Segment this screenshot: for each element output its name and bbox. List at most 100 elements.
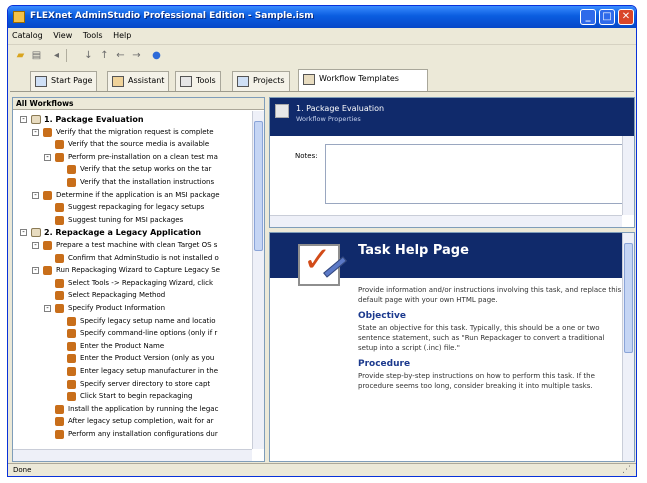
collapse-icon[interactable]: - [32,267,39,275]
toolbar-separator [66,49,68,62]
app-window: FLEXnet AdminStudio Professional Edition… [7,5,637,477]
tab-label: Workflow Templates [319,74,399,83]
collapse-icon[interactable]: - [20,229,27,237]
phase-icon [31,228,41,238]
notes-field[interactable] [325,144,625,204]
menu-catalog[interactable]: Catalog [8,28,47,43]
menu-tools[interactable]: Tools [79,28,107,43]
task-help-pane: Task Help Page ✓ Provide information and… [269,232,635,462]
maximize-button[interactable]: □ [599,9,615,25]
objective-text: State an objective for this task. Typica… [358,324,605,352]
tree-vertical-scrollbar[interactable] [252,111,264,449]
help-title: Task Help Page [358,243,469,258]
tree-node-label: Specify Product Information [68,304,166,312]
tree-node-label: Enter the Product Name [80,341,165,350]
task-icon [67,379,76,389]
tree-node-label: Specify command-line options (only if r [80,329,218,338]
tab-assistant[interactable]: Assistant [107,71,170,91]
tab-projects[interactable]: Projects [232,71,290,91]
tree-node-label: Run Repackaging Wizard to Capture Legacy… [56,266,220,275]
tree-horizontal-scrollbar[interactable] [13,449,252,461]
task-icon [55,140,64,150]
close-button[interactable]: ✕ [618,9,634,25]
properties-subtitle: Workflow Properties [296,115,361,123]
task-icon [67,354,76,364]
workflow-templates-icon [303,74,315,85]
move-up-icon[interactable]: ↑ [98,49,111,62]
task-icon [55,304,64,313]
checklist-icon: ✓ [298,240,347,286]
menu-help[interactable]: Help [109,28,135,43]
scroll-thumb[interactable] [254,121,263,251]
collapse-icon[interactable]: - [20,116,27,123]
workflow-tree: -1. Package Evaluation - Verify that the m… [13,111,252,449]
tree-node-label: Specify server directory to store capt [80,379,211,388]
menu-view[interactable]: View [49,28,76,43]
tree-node-label: Verify that the migration request is com… [56,127,214,136]
tree-node-label: Perform pre-installation on a clean test… [68,152,218,161]
title-bar[interactable]: FLEXnet AdminStudio Professional Edition… [8,6,636,28]
procedure-heading: Procedure [358,359,411,369]
tree-node-label: Verify that the setup works on the tar [80,165,212,174]
task-icon [67,178,76,187]
tree-node-label: Verify that the installation instruction… [80,178,215,186]
tab-label: Start Page [51,76,93,85]
status-text: Done [13,466,32,474]
collapse-icon[interactable]: - [32,191,39,199]
minimize-button[interactable]: _ [580,9,596,25]
tree-node-label: Verify that the source media is availabl… [68,140,210,149]
tools-icon [180,76,192,87]
app-icon [13,11,25,23]
phase-icon [31,115,41,124]
properties-horizontal-scrollbar[interactable] [270,215,622,227]
task-icon [67,341,76,351]
task-icon [55,404,64,414]
tree-node-label: Prepare a test machine with clean Target… [56,241,218,249]
properties-icon[interactable]: ▤ [30,49,43,62]
collapse-icon[interactable]: - [32,128,39,136]
properties-header: 1. Package Evaluation Workflow Propertie… [270,98,634,136]
tree-node-label: Suggest tuning for MSI packages [68,215,184,224]
tree-node-label: Suggest repackaging for legacy setups [68,203,205,212]
help-intro: Provide information and/or instructions … [358,286,622,304]
projects-icon [237,76,249,87]
tab-label: Assistant [128,76,165,85]
arrow-left-icon[interactable]: ← [114,49,127,62]
task-icon [55,291,64,301]
properties-icon [275,104,289,118]
task-icon [43,127,52,137]
workflow-tree-pane: All Workflows -1. Package Evaluation - Ver… [12,97,265,462]
arrow-right-icon[interactable]: → [130,49,143,62]
tab-workflow-templates[interactable]: Workflow Templates [298,69,428,91]
scroll-thumb[interactable] [624,243,633,353]
tab-start-page[interactable]: Start Page [30,71,98,91]
task-icon [67,165,76,175]
help-globe-icon[interactable]: ● [150,49,163,62]
tab-label: Tools [196,76,216,85]
help-vertical-scrollbar[interactable] [622,233,634,461]
collapse-icon[interactable]: - [44,153,51,161]
assistant-icon [112,76,124,87]
collapse-icon[interactable]: - [32,242,39,249]
task-icon [55,215,64,225]
open-folder-icon[interactable]: ▰ [14,49,27,62]
tree-node-label: Select Tools -> Repackaging Wizard, clic… [68,278,214,287]
toolbar: ▰ ▤ ◂ ↓ ↑ ← → ● [10,46,634,66]
objective-heading: Objective [358,311,406,321]
move-down-icon[interactable]: ↓ [82,49,95,62]
tree-node-label: Select Repackaging Method [68,291,166,300]
task-icon [67,392,76,402]
tree-node-label: After legacy setup completion, wait for … [68,417,214,426]
notes-label: Notes: [295,152,318,160]
collapse-icon[interactable]: - [44,305,51,312]
back-icon[interactable]: ◂ [50,49,63,62]
task-icon [43,241,52,250]
start-page-icon [35,76,47,87]
tree-node-label: Enter the Product Version (only as you [80,354,215,363]
task-icon [43,190,52,200]
resize-grip-icon[interactable]: ⋰ [622,465,631,475]
properties-vertical-scrollbar[interactable] [622,136,634,215]
tab-tools[interactable]: Tools [175,71,221,91]
tree-node-label: Click Start to begin repackaging [80,392,193,401]
task-icon [55,152,64,162]
